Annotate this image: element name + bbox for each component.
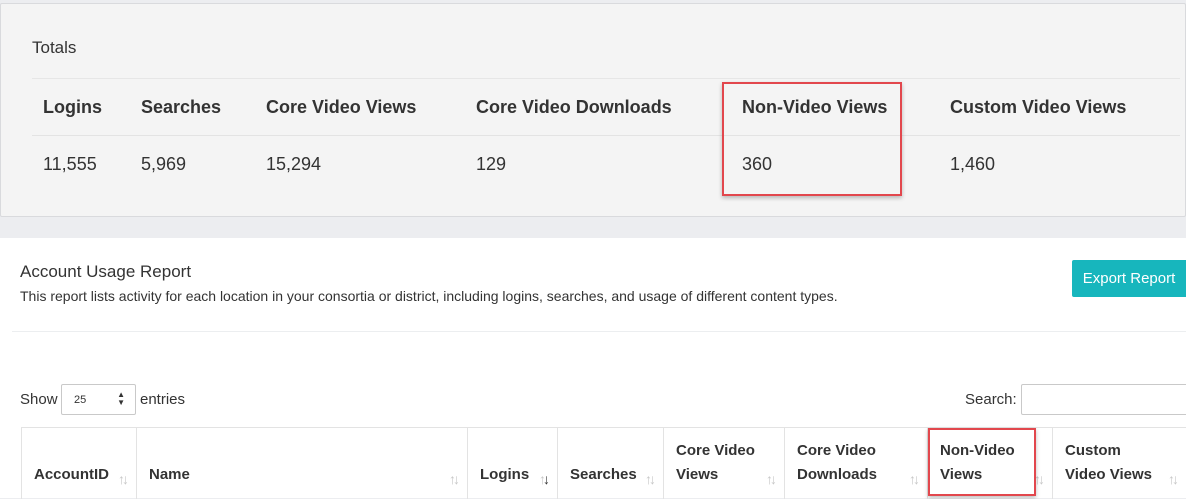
report-description: This report lists activity for each loca…	[20, 288, 838, 304]
column-header-accountid[interactable]: AccountID ↑↓	[21, 428, 136, 499]
entries-select-value: 25	[74, 394, 87, 406]
sort-icon: ↑↓	[909, 471, 920, 487]
column-header-label: Name	[149, 466, 190, 483]
totals-header-custom-video-views: Custom Video Views	[950, 97, 1127, 117]
sort-icon: ↑↓	[449, 471, 460, 487]
column-header-label: Custom Video Views	[1065, 442, 1152, 483]
sort-icon: ↑↓	[1168, 471, 1179, 487]
column-header-label: AccountID	[34, 466, 109, 483]
table-header-row: AccountID ↑↓ Name ↑↓ Logins ↑↓ Searches …	[21, 427, 1186, 499]
totals-value-logins: 11,555	[43, 154, 97, 174]
sort-icon: ↑↓	[118, 471, 129, 487]
totals-value-core-video-views: 15,294	[266, 154, 322, 174]
column-header-core-video-downloads[interactable]: Core Video Downloads ↑↓	[784, 428, 927, 499]
entries-label: entries	[140, 391, 186, 408]
totals-header-non-video-views: Non-Video Views	[742, 97, 888, 117]
column-header-non-video-views[interactable]: Non-Video Views ↑↓	[927, 428, 1052, 499]
totals-header-core-video-downloads: Core Video Downloads	[476, 97, 672, 117]
totals-value-core-video-downloads: 129	[476, 154, 507, 174]
export-report-button[interactable]: Export Report	[1072, 260, 1186, 297]
totals-header-core-video-views: Core Video Views	[266, 97, 417, 117]
column-header-core-video-views[interactable]: Core Video Views ↑↓	[663, 428, 784, 499]
totals-header-logins: Logins	[43, 97, 102, 117]
column-header-label: Logins	[480, 466, 530, 483]
column-header-label: Core Video Downloads	[797, 442, 878, 483]
divider	[32, 135, 1180, 136]
search-input[interactable]	[1021, 384, 1186, 415]
totals-value-non-video-views: 360	[742, 154, 773, 174]
column-header-searches[interactable]: Searches ↑↓	[557, 428, 663, 499]
entries-select[interactable]: 25 ▲ ▼	[61, 384, 136, 415]
report-title: Account Usage Report	[20, 262, 192, 281]
totals-value-searches: 5,969	[141, 154, 187, 174]
totals-title: Totals	[32, 38, 77, 57]
totals-header-searches: Searches	[141, 97, 222, 117]
sort-icon: ↑↓	[539, 471, 550, 487]
column-header-label: Non-Video Views	[940, 442, 1015, 483]
totals-panel: Totals Logins Searches Core Video Views …	[0, 3, 1186, 217]
totals-value-custom-video-views: 1,460	[950, 154, 996, 174]
divider	[12, 331, 1186, 332]
column-header-custom-video-views[interactable]: Custom Video Views ↑↓	[1052, 428, 1186, 499]
column-header-label: Core Video Views	[676, 442, 755, 483]
show-label: Show	[20, 391, 58, 408]
sort-icon: ↑↓	[645, 471, 656, 487]
column-header-logins[interactable]: Logins ↑↓	[467, 428, 557, 499]
column-header-name[interactable]: Name ↑↓	[136, 428, 467, 499]
report-panel: Account Usage Report This report lists a…	[0, 238, 1186, 499]
sort-icon: ↑↓	[766, 471, 777, 487]
up-down-arrows-icon: ▲ ▼	[117, 390, 125, 407]
divider	[32, 78, 1180, 79]
sort-icon: ↑↓	[1034, 471, 1045, 487]
column-header-label: Searches	[570, 466, 637, 483]
search-label: Search:	[965, 391, 1017, 408]
